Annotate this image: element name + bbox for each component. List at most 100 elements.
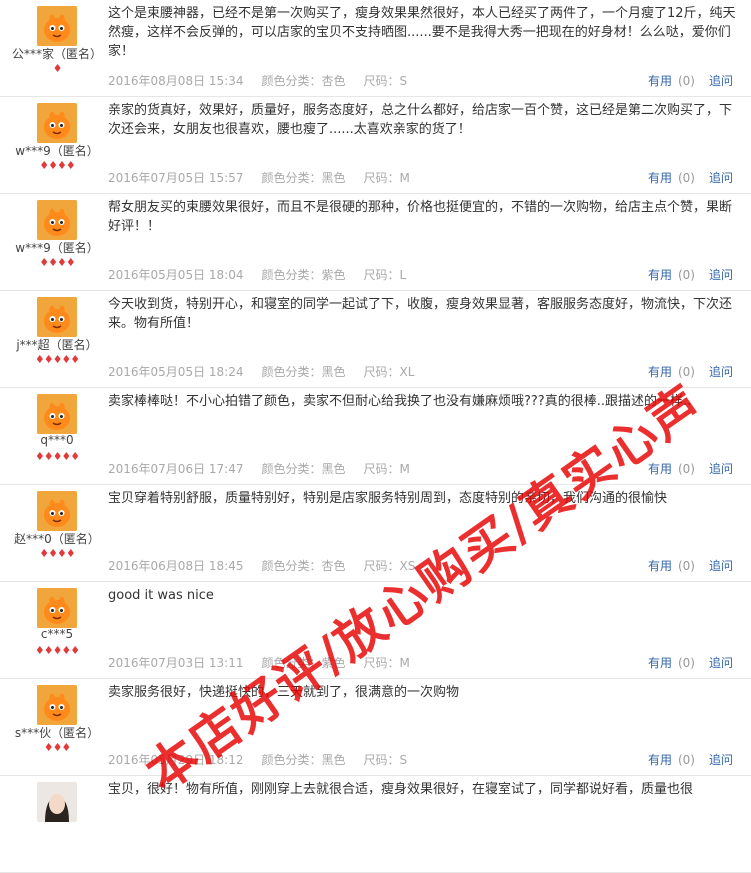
- review-item: j***超（匿名） ♦♦♦♦♦ 今天收到货，特别开心，和寝室的同学一起试了下，收腹，…: [0, 291, 751, 388]
- useful-button[interactable]: 有用 (0): [648, 74, 695, 88]
- review-date: 2016年06月08日 18:45: [108, 559, 244, 573]
- review-actions: 有用 (0) 追问: [648, 363, 733, 380]
- useful-button[interactable]: 有用 (0): [648, 171, 695, 185]
- useful-button[interactable]: 有用 (0): [648, 462, 695, 476]
- review-actions: 有用 (0) 追问: [648, 654, 733, 671]
- review-date: 2016年05月05日 18:04: [108, 268, 244, 282]
- color-value: 紫色: [321, 268, 346, 282]
- reviewer-name: q***0: [40, 433, 74, 447]
- size-value: M: [399, 462, 410, 476]
- follow-up-button[interactable]: 追问: [709, 171, 733, 185]
- review-meta: 2016年07月05日 15:57 颜色分类：黑色 尺码：M: [108, 169, 428, 186]
- size-label: 尺码：: [363, 753, 400, 767]
- credit-hearts-icon: ♦♦♦♦: [39, 547, 75, 560]
- avatar-column: w***9（匿名） ♦♦♦♦: [0, 194, 104, 291]
- follow-up-button[interactable]: 追问: [709, 74, 733, 88]
- review-actions: 有用 (0) 追问: [648, 72, 733, 89]
- color-label: 颜色分类：: [261, 753, 322, 767]
- review-item: w***9（匿名） ♦♦♦♦ 帮女朋友买的束腰效果很好，而且不是很硬的那种，价格也挺…: [0, 194, 751, 291]
- color-label: 颜色分类：: [261, 656, 322, 670]
- review-text: 卖家棒棒哒！不小心拍错了颜色，卖家不但耐心给我换了也没有嫌麻烦哦???真的很棒.…: [108, 394, 692, 409]
- size-value: S: [399, 753, 408, 767]
- avatar[interactable]: [37, 588, 77, 628]
- avatar[interactable]: [37, 103, 77, 143]
- useful-button[interactable]: 有用 (0): [648, 365, 695, 379]
- color-label: 颜色分类：: [261, 365, 322, 379]
- reviewer-name: 公***家（匿名）: [11, 47, 102, 61]
- size-label: 尺码：: [363, 365, 400, 379]
- useful-count: (0): [677, 462, 695, 476]
- avatar-column: c***5 ♦♦♦♦♦: [0, 582, 104, 679]
- size-value: XL: [399, 365, 415, 379]
- avatar-column: 公***家（匿名） ♦: [0, 0, 104, 97]
- review-item: 赵***0（匿名） ♦♦♦♦ 宝贝穿着特别舒服，质量特别好，特别是店家服务特别周到，…: [0, 485, 751, 582]
- review-text: 这个是束腰神器，已经不是第一次购买了，瘦身效果果然很好，本人已经买了两件了，一个…: [108, 6, 736, 59]
- review-item: 宝贝，很好！物有所值，刚刚穿上去就很合适，瘦身效果很好，在寝室试了，同学都说好看…: [0, 776, 751, 873]
- follow-up-button[interactable]: 追问: [709, 753, 733, 767]
- useful-label: 有用: [647, 656, 672, 670]
- reviewer-name: c***5: [40, 627, 74, 641]
- size-label: 尺码：: [363, 171, 400, 185]
- color-label: 颜色分类：: [261, 268, 322, 282]
- useful-button[interactable]: 有用 (0): [648, 268, 695, 282]
- useful-button[interactable]: 有用 (0): [648, 656, 695, 670]
- useful-label: 有用: [647, 171, 672, 185]
- review-text: 宝贝穿着特别舒服，质量特别好，特别是店家服务特别周到，态度特别的亲切，我们沟通的…: [108, 491, 668, 506]
- reviewer-name: w***9（匿名）: [15, 144, 99, 158]
- review-text: 卖家服务很好，快递挺快的，三天就到了，很满意的一次购物: [108, 685, 460, 700]
- avatar[interactable]: [37, 491, 77, 531]
- review-text: 今天收到货，特别开心，和寝室的同学一起试了下，收腹，瘦身效果显著，客服服务态度好…: [108, 297, 733, 331]
- color-value: 黑色: [321, 171, 346, 185]
- credit-hearts-icon: ♦♦♦♦: [39, 256, 75, 269]
- useful-count: (0): [677, 559, 695, 573]
- avatar[interactable]: [37, 394, 77, 434]
- review-actions: 有用 (0) 追问: [648, 266, 733, 283]
- avatar[interactable]: [37, 782, 77, 822]
- reviewer-name: w***9（匿名）: [15, 241, 99, 255]
- reviewer-name: 赵***0（匿名）: [14, 532, 100, 546]
- avatar[interactable]: [37, 6, 77, 46]
- size-label: 尺码：: [363, 268, 400, 282]
- avatar[interactable]: [37, 297, 77, 337]
- review-meta: 2016年05月05日 18:04 颜色分类：紫色 尺码：L: [108, 266, 424, 283]
- useful-count: (0): [677, 656, 695, 670]
- review-item: 公***家（匿名） ♦ 这个是束腰神器，已经不是第一次购买了，瘦身效果果然很好，本人…: [0, 0, 751, 97]
- color-value: 杏色: [321, 559, 346, 573]
- review-item: q***0 ♦♦♦♦♦ 卖家棒棒哒！不小心拍错了颜色，卖家不但耐心给我换了也没有嫌麻…: [0, 388, 751, 485]
- size-value: M: [399, 656, 410, 670]
- follow-up-button[interactable]: 追问: [709, 656, 733, 670]
- avatar[interactable]: [37, 685, 77, 725]
- color-value: 黑色: [321, 753, 346, 767]
- size-value: S: [399, 74, 408, 88]
- review-item: s***伙（匿名） ♦♦♦ 卖家服务很好，快递挺快的，三天就到了，很满意的一次购物 2…: [0, 679, 751, 776]
- review-text: 帮女朋友买的束腰效果很好，而且不是很硬的那种，价格也挺便宜的，不错的一次购物，给…: [108, 200, 733, 234]
- credit-hearts-icon: ♦♦♦♦♦: [34, 450, 80, 463]
- review-date: 2016年05月05日 18:24: [108, 365, 244, 379]
- review-actions: 有用 (0) 追问: [648, 751, 733, 768]
- useful-count: (0): [677, 171, 695, 185]
- useful-label: 有用: [647, 559, 672, 573]
- useful-label: 有用: [647, 462, 672, 476]
- avatar-column: w***9（匿名） ♦♦♦♦: [0, 97, 104, 194]
- review-date: 2016年07月03日 13:11: [108, 656, 244, 670]
- size-label: 尺码：: [363, 656, 400, 670]
- avatar-column: 赵***0（匿名） ♦♦♦♦: [0, 485, 104, 582]
- follow-up-button[interactable]: 追问: [709, 559, 733, 573]
- follow-up-button[interactable]: 追问: [709, 462, 733, 476]
- useful-label: 有用: [647, 365, 672, 379]
- avatar[interactable]: [37, 200, 77, 240]
- review-meta: 2016年07月03日 13:11 颜色分类：紫色 尺码：M: [108, 654, 428, 671]
- follow-up-button[interactable]: 追问: [709, 365, 733, 379]
- avatar-column: j***超（匿名） ♦♦♦♦♦: [0, 291, 104, 388]
- color-label: 颜色分类：: [261, 559, 322, 573]
- follow-up-button[interactable]: 追问: [709, 268, 733, 282]
- useful-button[interactable]: 有用 (0): [648, 559, 695, 573]
- review-text: good it was nice: [108, 588, 214, 603]
- color-value: 紫色: [321, 656, 346, 670]
- review-date: 2016年08月08日 15:34: [108, 74, 244, 88]
- color-label: 颜色分类：: [261, 74, 322, 88]
- avatar-column: [0, 776, 104, 873]
- avatar-column: q***0 ♦♦♦♦♦: [0, 388, 104, 485]
- useful-button[interactable]: 有用 (0): [648, 753, 695, 767]
- size-label: 尺码：: [363, 462, 400, 476]
